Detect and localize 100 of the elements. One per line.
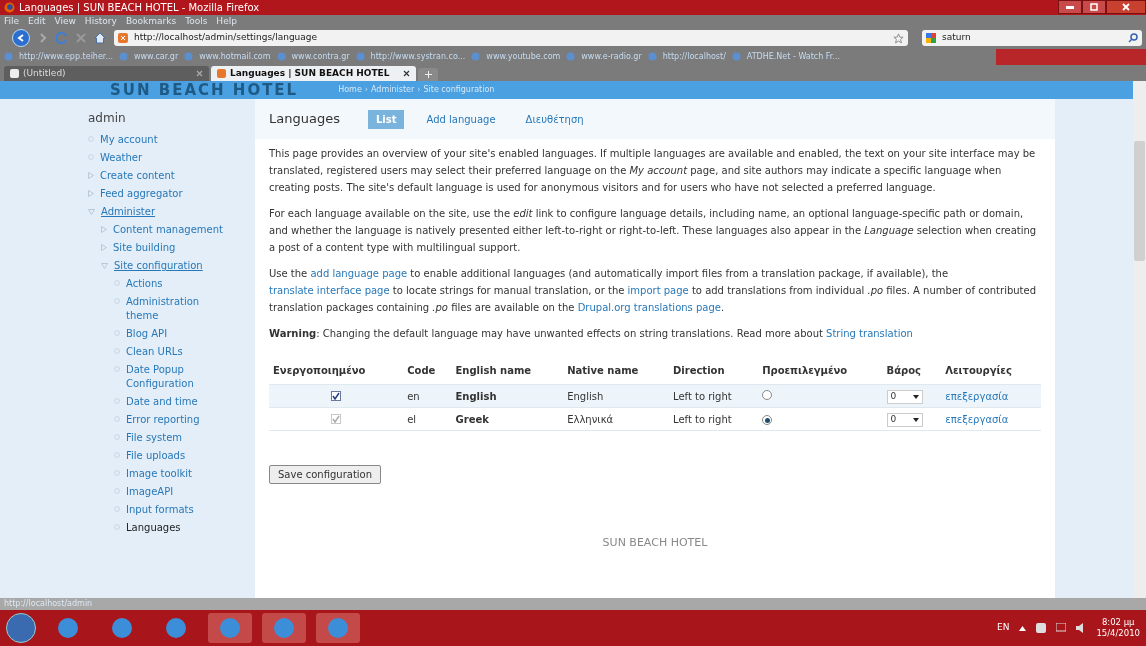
edit-link[interactable]: επεξεργασία bbox=[945, 390, 1009, 402]
minimize-button[interactable] bbox=[1058, 0, 1082, 14]
collapsed-arrow-icon bbox=[101, 244, 107, 251]
browser-tab[interactable]: Languages | SUN BEACH HOTEL bbox=[211, 66, 416, 81]
menu-item[interactable]: Bookmarks bbox=[125, 17, 177, 26]
text-link[interactable]: Drupal.org translations page bbox=[577, 302, 721, 313]
menu-item[interactable]: View bbox=[54, 17, 76, 26]
bookmark-link[interactable]: www.youtube.com bbox=[486, 52, 561, 61]
enabled-checkbox[interactable] bbox=[331, 390, 342, 401]
search-field[interactable]: saturn bbox=[922, 30, 1142, 46]
clock-time: 8:02 μμ bbox=[1101, 617, 1135, 628]
vertical-scrollbar[interactable] bbox=[1133, 81, 1146, 598]
new-tab-button[interactable] bbox=[418, 68, 438, 81]
page-tab[interactable]: List bbox=[367, 109, 405, 129]
sidebar-link[interactable]: ImageAPI bbox=[126, 485, 174, 499]
bookmark-favicon-icon[interactable] bbox=[355, 52, 365, 61]
description-paragraph: Warning: Changing the default language may have unwanted effects on string translations. Read more about String translation bbox=[269, 327, 914, 341]
bookmark-favicon-icon[interactable] bbox=[731, 52, 741, 61]
bookmark-link[interactable]: www.car.gr bbox=[134, 52, 179, 61]
menu-item[interactable]: Tools bbox=[185, 17, 208, 26]
maximize-button[interactable] bbox=[1082, 0, 1106, 14]
text-link[interactable]: add language page bbox=[310, 268, 408, 279]
breadcrumb-link[interactable]: Home bbox=[338, 84, 362, 96]
close-button[interactable] bbox=[1106, 0, 1146, 14]
address-bar[interactable]: http://localhost/admin/settings/language bbox=[114, 30, 908, 46]
bookmark-link[interactable]: http://www.epp.teiher... bbox=[19, 52, 114, 61]
page-title: Languages bbox=[269, 110, 340, 129]
close-icon bbox=[1122, 3, 1130, 11]
site-icon bbox=[118, 33, 128, 43]
search-icon[interactable] bbox=[1128, 33, 1138, 43]
page-tab[interactable]: Add language bbox=[418, 109, 504, 129]
sidebar-link[interactable]: Site configuration bbox=[114, 259, 203, 273]
back-button[interactable] bbox=[12, 29, 30, 47]
breadcrumb-link[interactable]: Administer bbox=[371, 84, 415, 96]
description-paragraph: For each language available on the site, use the edit link to configure language details, including name, an optional language-specific path or domain, and whether the language is natively presented either left-to-right or right-to-left. These languages also appear in the Language selection when creating a post of a content type with multilingual support. bbox=[269, 207, 1038, 255]
minimize-icon bbox=[1066, 5, 1074, 9]
column-header: Προεπιλεγμένο bbox=[758, 357, 883, 385]
bookmark-link[interactable]: www.contra.gr bbox=[291, 52, 350, 61]
text-link[interactable]: String translation bbox=[826, 328, 913, 339]
bookmark-favicon-icon[interactable] bbox=[471, 52, 481, 61]
bookmark-favicon-icon[interactable] bbox=[276, 52, 286, 61]
sidebar-link[interactable]: Administer bbox=[101, 205, 156, 219]
language-indicator[interactable]: EN bbox=[997, 621, 1010, 635]
bookmark-link[interactable]: ATDHE.Net - Watch Fr... bbox=[746, 52, 841, 61]
bookmark-favicon-icon[interactable] bbox=[4, 52, 13, 61]
menu-item[interactable]: Help bbox=[216, 17, 237, 26]
table-cell: English bbox=[451, 384, 564, 408]
sidebar-link[interactable]: File system bbox=[126, 431, 183, 445]
sidebar-link[interactable]: File uploads bbox=[126, 449, 186, 463]
sidebar-link[interactable]: Languages bbox=[126, 521, 181, 535]
bookmark-favicon-icon[interactable] bbox=[647, 52, 657, 61]
column-header: Ενεργοποιημένο bbox=[269, 357, 404, 385]
scrollbar-thumb[interactable] bbox=[1134, 141, 1145, 261]
bookmark-link[interactable]: http://www.systran.co... bbox=[370, 52, 466, 61]
sidebar-link[interactable]: Clean URLs bbox=[126, 345, 183, 359]
sidebar-link[interactable]: Image toolkit bbox=[126, 467, 192, 481]
weight-select[interactable]: 0 bbox=[886, 389, 923, 404]
up-arrow-icon[interactable] bbox=[1019, 625, 1027, 631]
sidebar-link[interactable]: Create content bbox=[100, 169, 175, 183]
sidebar-link[interactable]: Blog API bbox=[126, 327, 168, 341]
window-title: Languages | SUN BEACH HOTEL - Mozilla Firefox bbox=[19, 2, 260, 13]
menu-item[interactable]: File bbox=[4, 17, 20, 26]
sidebar-link[interactable]: Site building bbox=[113, 241, 176, 255]
column-header: English name bbox=[451, 357, 564, 385]
table-cell: en bbox=[403, 384, 452, 408]
sidebar-link[interactable]: Feed aggregator bbox=[100, 187, 183, 201]
bookmark-favicon-icon[interactable] bbox=[566, 52, 576, 61]
start-button[interactable] bbox=[6, 613, 36, 643]
home-icon[interactable] bbox=[94, 32, 106, 44]
sidebar-link[interactable]: Actions bbox=[126, 277, 163, 291]
breadcrumb-link[interactable]: Site configuration bbox=[423, 84, 495, 96]
browser-tab[interactable]: (Untitled) bbox=[4, 66, 209, 81]
bookmark-link[interactable]: www.hotmail.com bbox=[199, 52, 271, 61]
network-icon[interactable] bbox=[1056, 623, 1067, 633]
text-link[interactable]: translate interface page bbox=[269, 285, 390, 296]
sidebar-link[interactable]: Input formats bbox=[126, 503, 194, 517]
table-cell: Left to right bbox=[669, 407, 759, 431]
star-icon[interactable] bbox=[893, 32, 904, 44]
bookmark-link[interactable]: www.e-radio.gr bbox=[581, 52, 642, 61]
table-cell: Ελληνικά bbox=[563, 407, 669, 431]
sidebar-link[interactable]: Content management bbox=[113, 223, 223, 237]
tray-icon[interactable] bbox=[1036, 623, 1047, 633]
text-link[interactable]: import page bbox=[627, 285, 689, 296]
stop-icon[interactable] bbox=[76, 33, 86, 43]
bookmark-favicon-icon[interactable] bbox=[184, 52, 194, 61]
sidebar-link[interactable]: Error reporting bbox=[126, 413, 200, 427]
sidebar-link[interactable]: Date Popup Configuration bbox=[126, 363, 231, 391]
default-radio[interactable] bbox=[762, 389, 773, 400]
sidebar-link[interactable]: My account bbox=[100, 133, 158, 147]
sidebar-link[interactable]: Administration theme bbox=[126, 295, 231, 323]
bookmark-link[interactable]: http://localhost/ bbox=[662, 52, 726, 61]
sidebar-link[interactable]: Date and time bbox=[126, 395, 198, 409]
bookmark-favicon-icon[interactable] bbox=[119, 52, 129, 61]
page-tab[interactable]: Διευθέτηση bbox=[517, 109, 592, 129]
tab-favicon-icon bbox=[10, 69, 19, 78]
menu-item[interactable]: Edit bbox=[28, 17, 46, 26]
close-tab-icon[interactable] bbox=[403, 70, 410, 77]
menu-item[interactable]: History bbox=[84, 17, 117, 26]
sidebar-link[interactable]: Weather bbox=[100, 151, 143, 165]
save-configuration-button[interactable]: Save configuration bbox=[269, 465, 382, 484]
